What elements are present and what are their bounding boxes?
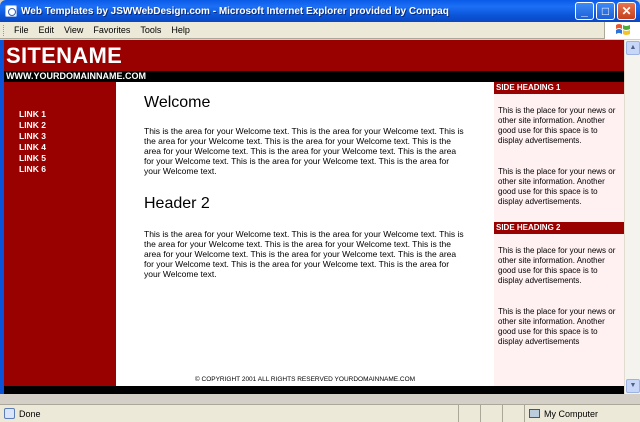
security-zone: My Computer	[524, 405, 628, 422]
menu-help[interactable]: Help	[167, 25, 196, 35]
zone-label: My Computer	[544, 408, 599, 419]
status-bar: Done My Computer	[0, 404, 640, 422]
side-heading-2: SIDE HEADING 2	[494, 222, 624, 234]
nav-link-6[interactable]: LINK 6	[4, 164, 46, 175]
side-heading-1: SIDE HEADING 1	[494, 82, 624, 94]
browser-viewport[interactable]: SITENAME WWW.YOURDOMAINNAME.COM LINK 1 L…	[4, 40, 624, 394]
menu-view[interactable]: View	[60, 25, 89, 35]
close-button[interactable]: ✕	[617, 2, 636, 20]
nav-link-2[interactable]: LINK 2	[4, 120, 46, 131]
nav-link-5[interactable]: LINK 5	[4, 153, 46, 164]
menu-file[interactable]: File	[10, 25, 35, 35]
maximize-button[interactable]: □	[596, 2, 615, 20]
nav-link-4[interactable]: LINK 4	[4, 142, 46, 153]
ie-icon	[5, 5, 17, 17]
side-text-1b: This is the place for your news or other…	[498, 167, 616, 206]
side-text-2b: This is the place for your news or other…	[498, 307, 616, 346]
windows-logo-icon	[604, 21, 640, 39]
scroll-down-arrow-icon[interactable]: ▼	[626, 379, 640, 393]
status-text: Done	[19, 408, 41, 419]
copyright-text: © COPYRIGHT 2001 ALL RIGHTS RESERVED YOU…	[194, 376, 416, 383]
computer-icon	[529, 409, 540, 418]
header-2-text: This is the area for your Welcome text. …	[144, 229, 464, 279]
site-header: SITENAME	[4, 40, 624, 71]
window-title: Web Templates by JSWWebDesign.com - Micr…	[21, 5, 449, 17]
menu-tools[interactable]: Tools	[136, 25, 167, 35]
scroll-up-arrow-icon[interactable]: ▲	[626, 41, 640, 55]
title-bar[interactable]: Web Templates by JSWWebDesign.com - Micr…	[0, 0, 640, 22]
main-content: Welcome This is the area for your Welcom…	[116, 82, 494, 386]
nav-link-1[interactable]: LINK 1	[4, 109, 46, 120]
left-navigation: LINK 1 LINK 2 LINK 3 LINK 4 LINK 5 LINK …	[4, 82, 116, 386]
right-sidebar: SIDE HEADING 1 This is the place for you…	[494, 82, 624, 386]
menu-bar: File Edit View Favorites Tools Help	[0, 21, 640, 39]
welcome-text: This is the area for your Welcome text. …	[144, 126, 464, 176]
vertical-scrollbar[interactable]: ▲ ▼	[624, 40, 640, 394]
toolbar-grip[interactable]	[3, 24, 6, 36]
page-done-icon	[4, 408, 15, 419]
page-footer-bar	[4, 386, 624, 394]
side-text-1a: This is the place for your news or other…	[498, 106, 616, 145]
menu-favorites[interactable]: Favorites	[89, 25, 136, 35]
header-2-heading: Header 2	[144, 195, 210, 212]
minimize-button[interactable]: _	[575, 2, 594, 20]
welcome-heading: Welcome	[144, 94, 211, 111]
domain-text: WWW.YOURDOMAINNAME.COM	[6, 71, 146, 81]
resize-grip[interactable]	[628, 405, 640, 422]
side-text-2a: This is the place for your news or other…	[498, 246, 616, 285]
site-name: SITENAME	[6, 43, 123, 68]
nav-link-3[interactable]: LINK 3	[4, 131, 46, 142]
domain-bar: WWW.YOURDOMAINNAME.COM	[4, 71, 624, 82]
menu-edit[interactable]: Edit	[35, 25, 61, 35]
